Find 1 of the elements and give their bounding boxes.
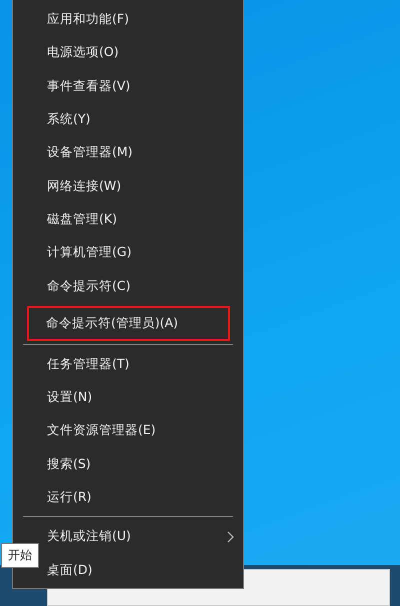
tooltip: 开始 <box>1 543 39 568</box>
